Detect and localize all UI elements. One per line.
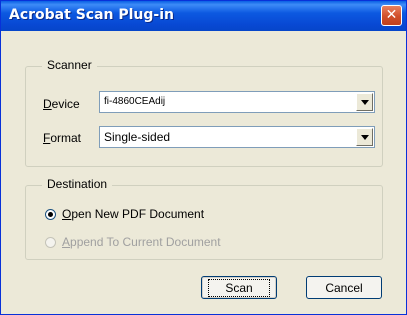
destination-legend: Destination	[42, 177, 113, 191]
scanner-group: Scanner	[25, 58, 383, 167]
cancel-button[interactable]: Cancel	[306, 276, 382, 299]
device-value: fi-4860CEAdij	[104, 96, 166, 107]
open-new-accel: O	[62, 207, 72, 221]
close-icon: ✕	[385, 7, 398, 23]
radio-append-current: Append To Current Document	[45, 235, 221, 249]
device-select[interactable]: fi-4860CEAdij	[99, 91, 375, 113]
radio-append-current-label: Append To Current Document	[62, 235, 221, 249]
format-dropdown-arrow-icon[interactable]	[356, 128, 373, 146]
cancel-button-label: Cancel	[325, 280, 363, 295]
device-label-accel: D	[43, 97, 52, 111]
radio-checked-icon[interactable]	[45, 208, 56, 220]
device-dropdown-arrow-icon[interactable]	[356, 93, 373, 111]
format-select[interactable]: Single-sided	[99, 126, 375, 148]
radio-unchecked-icon	[45, 236, 56, 248]
radio-open-new-pdf-label: Open New PDF Document	[62, 207, 204, 221]
dialog-window: Acrobat Scan Plug-in ✕ Scanner Device fi…	[0, 0, 407, 315]
close-button[interactable]: ✕	[381, 5, 402, 26]
append-rest: ppend To Current Document	[70, 235, 221, 249]
open-new-rest: pen New PDF Document	[71, 207, 205, 221]
format-label: Format	[43, 131, 81, 145]
device-label: Device	[43, 97, 80, 111]
device-label-rest: evice	[51, 97, 80, 111]
append-accel: A	[62, 235, 71, 249]
scanner-legend: Scanner	[42, 58, 97, 72]
scan-button[interactable]: Scan	[201, 276, 277, 299]
radio-open-new-pdf[interactable]: Open New PDF Document	[45, 207, 204, 221]
format-label-rest: ormat	[50, 131, 82, 145]
title-bar[interactable]: Acrobat Scan Plug-in ✕	[1, 1, 406, 31]
window-title: Acrobat Scan Plug-in	[9, 7, 174, 23]
format-value: Single-sided	[104, 130, 171, 144]
scan-button-label: Scan	[208, 278, 270, 297]
